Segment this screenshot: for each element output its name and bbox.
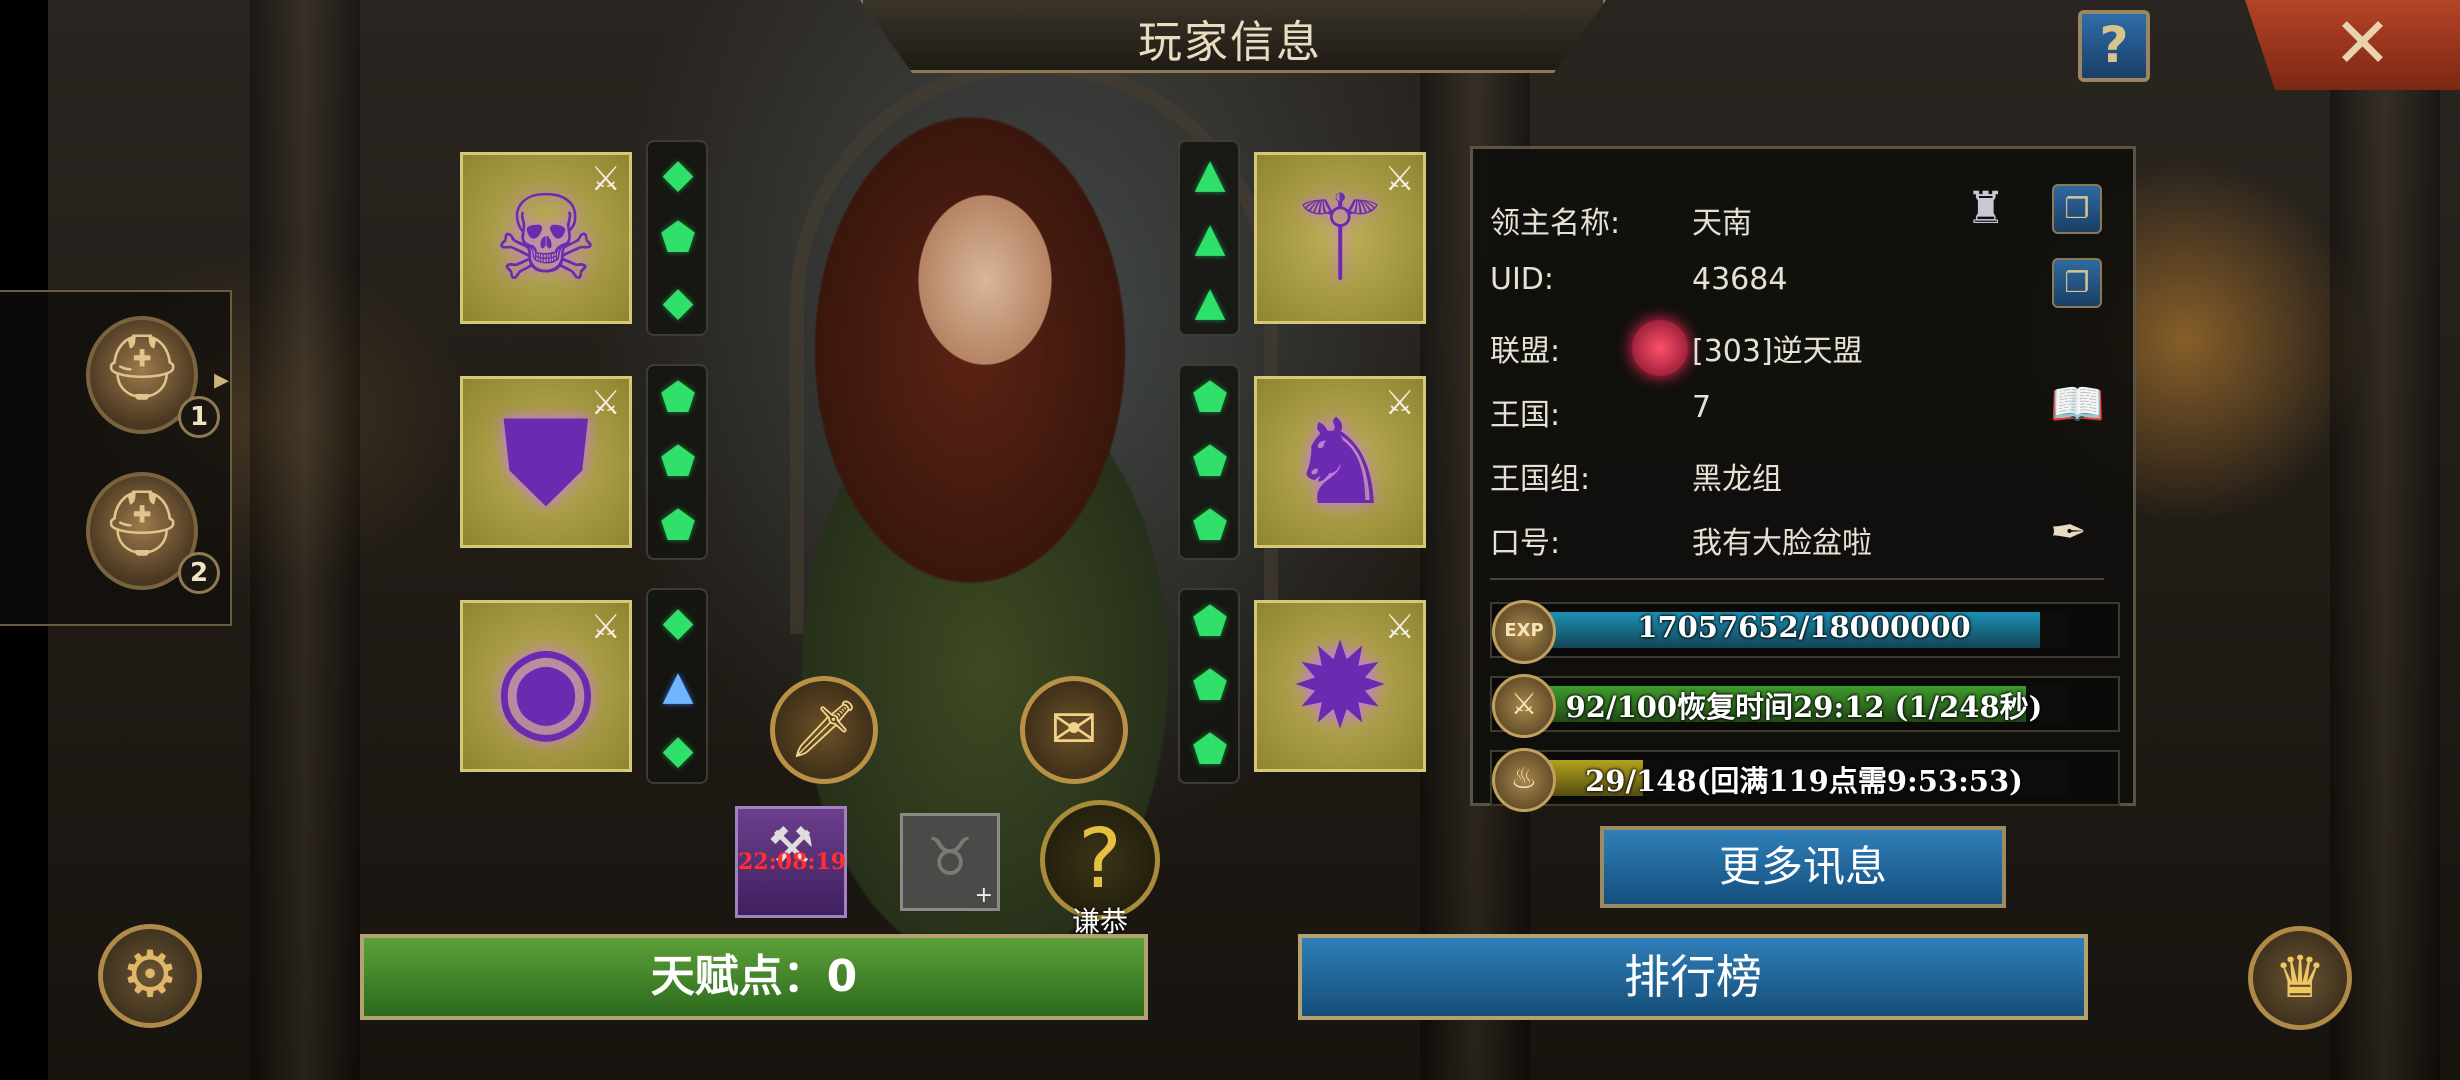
alliance-emblem-icon [1632, 320, 1688, 376]
energy-bar-text: 29/148(回满119点需9:53:53) [1585, 764, 2023, 798]
green-gem-icon[interactable]: ◆ [656, 600, 700, 644]
open-book-icon[interactable]: 📖 [2050, 380, 2105, 430]
exp-bar-text: 17057652/18000000 [1637, 610, 1971, 644]
upgrade-sword-icon: ⚔ [590, 383, 621, 423]
upgrade-sword-icon: ⚔ [590, 159, 621, 199]
equipment-slot-boots[interactable]: ♞ ⚔ [1254, 376, 1426, 548]
page-title: 玩家信息 [1138, 17, 1322, 68]
upgrade-sword-icon: ⚔ [590, 607, 621, 647]
pet-slot[interactable]: ♉ + [900, 813, 1000, 911]
equipment-slot-ring[interactable]: ◉ ⚔ [460, 600, 632, 772]
buff-timer-text: 22:08:19 [738, 849, 847, 875]
energy-bar: 29/148(回满119点需9:53:53) ♨ [1490, 748, 2120, 812]
close-button[interactable]: ✕ [2245, 0, 2460, 90]
uid-value: 43684 [1692, 262, 1788, 297]
kingdom-group-label: 王国组: [1490, 462, 1591, 497]
gem-socket-column: ⬟ ⬟ ⬟ [646, 364, 708, 560]
quill-edit-icon[interactable]: ✒ [2050, 508, 2087, 558]
green-gem-icon[interactable]: ⬟ [1188, 440, 1232, 484]
equipment-slot-armor[interactable]: ⛊ ⚔ [460, 376, 632, 548]
sword-skill-button[interactable]: 🗡 [770, 676, 878, 784]
green-gem-icon[interactable]: ⬟ [1188, 664, 1232, 708]
equipment-slot-helmet[interactable]: ☠ ⚔ [460, 152, 632, 324]
scroll-button[interactable]: ✉ [1020, 676, 1128, 784]
green-gem-icon[interactable]: ▲ [1188, 216, 1232, 260]
gem-socket-column: ⬟ ⬟ ⬟ [1178, 588, 1240, 784]
copy-name-button[interactable]: ❐ [2052, 184, 2102, 234]
kingdom-label: 王国: [1490, 398, 1561, 433]
kingdom-group-value: 黑龙组 [1692, 462, 1782, 497]
green-gem-icon[interactable]: ◆ [656, 728, 700, 772]
alliance-label: 联盟: [1490, 334, 1561, 369]
exp-bar: 17057652/18000000 EXP [1490, 600, 2120, 664]
background-pillar [250, 0, 360, 1080]
upgrade-sword-icon: ⚔ [1384, 607, 1415, 647]
upgrade-sword-icon: ⚔ [1384, 159, 1415, 199]
slot-number-badge: 2 [178, 552, 220, 594]
upgrade-sword-icon: ⚔ [1384, 383, 1415, 423]
buff-timer-slot[interactable]: ⚒ 22:08:19 [735, 806, 847, 918]
more-info-button[interactable]: 更多讯息 [1600, 826, 2006, 908]
gem-socket-column: ◆ ▲ ◆ [646, 588, 708, 784]
chevron-right-icon: ▸ [214, 362, 230, 397]
lord-name-value: 天南 [1692, 206, 1752, 241]
green-gem-icon[interactable]: ⬟ [1188, 376, 1232, 420]
equipment-slot-accessory[interactable]: ✹ ⚔ [1254, 600, 1426, 772]
ranking-button[interactable]: 排行榜 [1298, 934, 2088, 1020]
green-gem-icon[interactable]: ⬟ [1188, 600, 1232, 644]
slogan-value: 我有大脸盆啦 [1692, 526, 1872, 561]
stamina-bar: 92/100恢复时间29:12 (1/248秒) ⚔ [1490, 674, 2120, 738]
green-gem-icon[interactable]: ⬟ [1188, 504, 1232, 548]
gem-socket-column: ⬟ ⬟ ⬟ [1178, 364, 1240, 560]
slogan-label: 口号: [1490, 526, 1561, 561]
talent-points-button[interactable]: 天赋点：0 [360, 934, 1148, 1020]
green-gem-icon[interactable]: ⬟ [656, 376, 700, 420]
medal-button[interactable]: ♛ [2248, 926, 2352, 1030]
gem-socket-column: ▲ ▲ ▲ [1178, 140, 1240, 336]
uid-label: UID: [1490, 262, 1555, 297]
green-gem-icon[interactable]: ⬟ [656, 504, 700, 548]
green-gem-icon[interactable]: ⬟ [656, 440, 700, 484]
help-button[interactable]: ? [2078, 10, 2150, 82]
slot-number-badge: 1 [178, 396, 220, 438]
helmet-icon: ⛑ [101, 331, 183, 405]
helmet-icon: ⛑ [101, 487, 183, 561]
rename-knight-icon[interactable]: ♜ [1966, 184, 2005, 234]
green-gem-icon[interactable]: ⬟ [1188, 728, 1232, 772]
exp-icon: EXP [1492, 600, 1556, 664]
lord-name-label: 领主名称: [1490, 206, 1621, 241]
green-gem-icon[interactable]: ◆ [656, 280, 700, 324]
blue-gem-icon[interactable]: ▲ [656, 664, 700, 708]
equipment-slot-weapon[interactable]: ⚚ ⚔ [1254, 152, 1426, 324]
green-gem-icon[interactable]: ▲ [1188, 280, 1232, 324]
alliance-value[interactable]: [303]逆天盟 [1692, 326, 1863, 370]
green-gem-icon[interactable]: ▲ [1188, 152, 1232, 196]
gem-socket-column: ◆ ⬟ ◆ [646, 140, 708, 336]
boots-energy-icon: ♨ [1492, 748, 1556, 812]
settings-gear-button[interactable]: ⚙ [98, 924, 202, 1028]
crossed-blades-icon: ⚔ [1492, 674, 1556, 738]
green-gem-icon[interactable]: ◆ [656, 152, 700, 196]
hero-portrait [720, 110, 1250, 1070]
divider [1490, 578, 2104, 580]
background-pillar [2330, 0, 2440, 1080]
kingdom-value: 7 [1692, 390, 1712, 425]
add-icon: + [974, 883, 993, 908]
pet-silhouette-icon: ♉ [926, 828, 974, 888]
stamina-bar-text: 92/100恢复时间29:12 (1/248秒) [1565, 690, 2043, 724]
copy-uid-button[interactable]: ❐ [2052, 258, 2102, 308]
green-gem-icon[interactable]: ⬟ [656, 216, 700, 260]
